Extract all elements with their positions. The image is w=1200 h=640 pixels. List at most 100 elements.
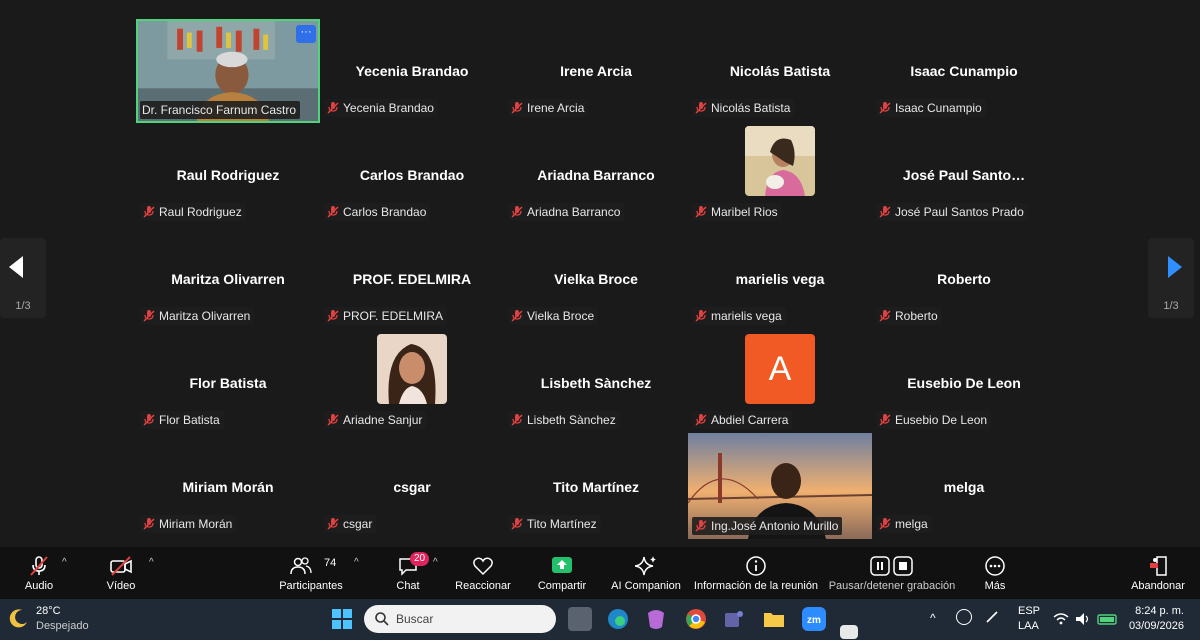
participant-label: PROF. EDELMIRA	[324, 307, 448, 325]
mic-muted-icon	[511, 310, 523, 322]
weather-widget[interactable]	[8, 607, 30, 634]
participant-label: Lisbeth Sànchez	[508, 411, 620, 429]
pen-icon[interactable]	[984, 609, 1000, 625]
ai-companion-button[interactable]: AI Companion	[608, 547, 684, 599]
chat-options-chevron-icon[interactable]: ^	[433, 557, 438, 568]
more-button[interactable]: Más	[974, 547, 1016, 599]
participant-name: csgar	[343, 517, 373, 531]
participant-tile[interactable]: Lisbeth Sànchez Lisbeth Sànchez	[504, 331, 688, 435]
show-hidden-icons-chevron-icon[interactable]: ^	[930, 611, 936, 625]
participant-name: Vielka Broce	[527, 309, 595, 323]
recording-controls-button[interactable]: Pausar/detener grabación	[828, 547, 956, 599]
participant-tile[interactable]: Raul Rodriguez Raul Rodriguez	[136, 123, 320, 227]
react-button[interactable]: Reaccionar	[452, 547, 514, 599]
mic-muted-icon	[511, 414, 523, 426]
edge-icon[interactable]	[606, 607, 630, 631]
participant-tile[interactable]: Eusebio De Leon Eusebio De Leon	[872, 331, 1056, 435]
participant-display-name: Nicolás Batista	[729, 63, 831, 79]
teams-icon[interactable]	[722, 607, 746, 631]
copilot-icon[interactable]	[644, 607, 668, 631]
participant-name: Flor Batista	[159, 413, 220, 427]
tile-more-options-button[interactable]: ···	[296, 25, 316, 43]
participant-display-name: Eusebio De Leon	[907, 375, 1021, 391]
next-page-button[interactable]: 1/3	[1148, 238, 1194, 318]
participant-label: Ariadna Barranco	[508, 203, 625, 221]
mic-muted-icon	[695, 102, 707, 114]
participant-tile[interactable]: Yecenia Brandao Yecenia Brandao	[320, 19, 504, 123]
clock-app-icon[interactable]	[956, 609, 972, 625]
mic-muted-icon	[879, 206, 891, 218]
video-button[interactable]: Vídeo	[96, 547, 146, 599]
participant-tile[interactable]: Nicolás Batista Nicolás Batista	[688, 19, 872, 123]
participant-tile[interactable]: csgar csgar	[320, 435, 504, 539]
leave-button[interactable]: Abandonar	[1128, 547, 1188, 599]
participant-name: Nicolás Batista	[711, 101, 791, 115]
participant-label: Abdiel Carrera	[692, 411, 793, 429]
participant-tile[interactable]: José Paul Santo… José Paul Santos Prado	[872, 123, 1056, 227]
meeting-info-button[interactable]: Información de la reunión	[692, 547, 820, 599]
participant-tile[interactable]: Roberto Roberto	[872, 227, 1056, 331]
participant-tile-active-speaker[interactable]: ··· Dr. Francisco Farnum Castro	[136, 19, 320, 123]
participant-tile-video[interactable]: Ing.José Antonio Murillo	[688, 433, 872, 539]
network-and-volume[interactable]	[1052, 611, 1120, 632]
participant-name: Ing.José Antonio Murillo	[711, 519, 839, 533]
audio-button[interactable]: Audio	[14, 547, 64, 599]
participant-name: Abdiel Carrera	[711, 413, 789, 427]
mic-muted-icon	[879, 102, 891, 114]
participant-tile[interactable]: Irene Arcia Irene Arcia	[504, 19, 688, 123]
prev-page-button[interactable]: 1/3	[0, 238, 46, 318]
clock-time[interactable]: 8:24 p. m.	[1128, 605, 1184, 617]
participant-tile[interactable]: Carlos Brandao Carlos Brandao	[320, 123, 504, 227]
participant-display-name: Miriam Morán	[182, 479, 274, 495]
file-explorer-icon[interactable]	[762, 607, 786, 631]
chrome-logo-icon	[686, 609, 706, 629]
windows-taskbar: 28°C Despejado Buscar zm ^ ESP LAA 8:24 …	[0, 599, 1200, 640]
video-options-chevron-icon[interactable]: ^	[149, 557, 154, 568]
participant-tile[interactable]: Ariadne Sanjur	[320, 331, 504, 435]
pause-stop-recording-icon	[870, 556, 913, 576]
participant-name: Raul Rodriguez	[159, 205, 242, 219]
video-label: Vídeo	[106, 580, 136, 592]
share-button[interactable]: Compartir	[532, 547, 592, 599]
participant-tile[interactable]: Ariadna Barranco Ariadna Barranco	[504, 123, 688, 227]
chevron-left-icon	[9, 256, 23, 278]
chat-button[interactable]: 20 Chat	[386, 547, 430, 599]
mic-muted-icon	[143, 310, 155, 322]
zoom-logo-icon: zm	[807, 615, 821, 626]
participant-tile[interactable]: A Abdiel Carrera	[688, 331, 872, 435]
task-view-icon[interactable]	[568, 607, 592, 631]
mic-muted-icon	[327, 310, 339, 322]
search-placeholder: Buscar	[396, 612, 434, 626]
taskbar-search-box[interactable]: Buscar	[364, 605, 556, 633]
participant-label: Raul Rodriguez	[140, 203, 246, 221]
participant-tile[interactable]: PROF. EDELMIRA PROF. EDELMIRA	[320, 227, 504, 331]
leave-label: Abandonar	[1131, 580, 1185, 592]
info-icon	[746, 556, 766, 576]
snipping-tool-icon[interactable]	[840, 625, 858, 639]
svg-text:zm: zm	[807, 615, 821, 626]
participants-options-chevron-icon[interactable]: ^	[354, 557, 359, 568]
participant-tile[interactable]: melga melga	[872, 435, 1056, 539]
start-button[interactable]	[330, 607, 354, 631]
participant-display-name: Carlos Brandao	[359, 167, 465, 183]
participant-tile[interactable]: Isaac Cunampio Isaac Cunampio	[872, 19, 1056, 123]
participant-tile[interactable]: Tito Martínez Tito Martínez	[504, 435, 688, 539]
chrome-icon[interactable]	[684, 607, 708, 631]
participant-display-name: Vielka Broce	[554, 271, 638, 287]
participant-label: Ing.José Antonio Murillo	[692, 517, 843, 535]
participant-tile[interactable]: Maritza Olivarren Maritza Olivarren	[136, 227, 320, 331]
participant-tile[interactable]: Flor Batista Flor Batista	[136, 331, 320, 435]
input-language[interactable]: ESP	[1018, 605, 1040, 617]
participant-tile[interactable]: Vielka Broce Vielka Broce	[504, 227, 688, 331]
pen-glyph-icon	[986, 611, 998, 623]
profile-photo	[745, 126, 815, 196]
participants-button[interactable]: 74 Participantes	[278, 547, 344, 599]
participant-tile[interactable]: Maribel Rios	[688, 123, 872, 227]
participant-tile[interactable]: Miriam Morán Miriam Morán	[136, 435, 320, 539]
participant-tile[interactable]: marielis vega marielis vega	[688, 227, 872, 331]
zoom-app-icon[interactable]: zm	[802, 607, 826, 631]
audio-options-chevron-icon[interactable]: ^	[62, 557, 67, 568]
participant-display-name: Isaac Cunampio	[910, 63, 1018, 79]
video-off-icon	[110, 556, 132, 576]
participant-label: Miriam Morán	[140, 515, 237, 533]
